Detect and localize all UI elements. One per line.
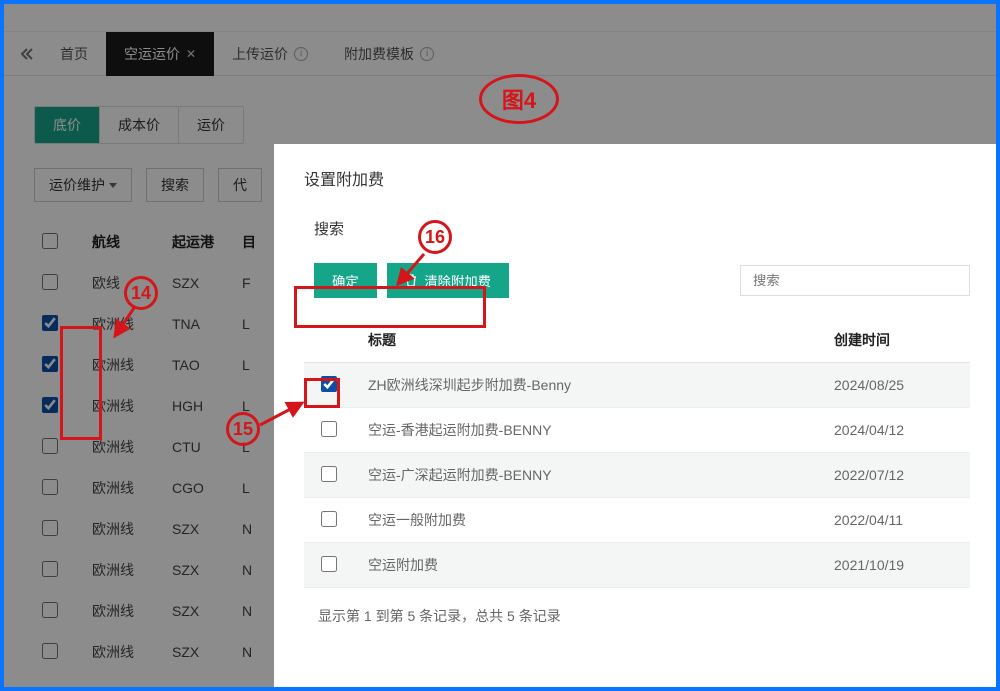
tab-label: 首页 (60, 44, 88, 64)
cell-route: 欧洲线 (84, 550, 164, 591)
surcharge-modal: 设置附加费 搜索 确定 清除附加费 标题 创建时间 ZH欧洲线深圳起步附加费- (274, 144, 1000, 691)
row-checkbox[interactable] (321, 421, 337, 437)
row-checkbox[interactable] (42, 315, 58, 331)
tab-home[interactable]: 首页 (42, 32, 106, 76)
list-item: 空运一般附加费2022/04/11 (304, 498, 970, 543)
row-checkbox[interactable] (42, 479, 58, 495)
cell-route: 欧洲线 (84, 468, 164, 509)
close-icon[interactable]: ✕ (186, 47, 196, 61)
table-row: 欧洲线SZXN (34, 591, 304, 632)
cell-date: 2024/08/25 (820, 363, 970, 408)
col-created: 创建时间 (820, 318, 970, 363)
tab-surcharge-template[interactable]: 附加费模板 i (326, 32, 452, 76)
cell-port: TNA (164, 304, 234, 345)
row-checkbox[interactable] (321, 511, 337, 527)
cell-port: SZX (164, 632, 234, 673)
tab-bar: 首页 空运运价 ✕ 上传运价 i 附加费模板 i (4, 32, 996, 76)
search-input[interactable] (740, 265, 970, 296)
cell-port: SZX (164, 550, 234, 591)
row-checkbox[interactable] (42, 643, 58, 659)
cell-port: TAO (164, 345, 234, 386)
annotation-box-checkboxes (60, 326, 102, 440)
row-checkbox[interactable] (42, 397, 58, 413)
list-item: 空运-广深起运附加费-BENNY2022/07/12 (304, 453, 970, 498)
rate-maintain-dropdown[interactable]: 运价维护 (34, 168, 132, 202)
annotation-arrow (258, 399, 308, 429)
row-checkbox[interactable] (42, 274, 58, 290)
pill-base-price[interactable]: 底价 (35, 107, 100, 143)
tab-label: 附加费模板 (344, 44, 414, 64)
search-button[interactable]: 搜索 (146, 168, 204, 202)
price-type-tabs: 底价 成本价 运价 (34, 106, 244, 144)
info-icon: i (294, 47, 308, 61)
annotation-15: 15 (226, 412, 260, 446)
cell-date: 2021/10/19 (820, 543, 970, 588)
row-checkbox[interactable] (42, 561, 58, 577)
modal-section-label: 搜索 (304, 218, 970, 239)
table-row: 欧洲线CGOL (34, 468, 304, 509)
cell-date: 2022/04/11 (820, 498, 970, 543)
rates-table: 航线 起运港 目 欧线SZXF欧洲线TNAL欧洲线TAOL欧洲线HGHL欧洲线C… (34, 222, 304, 673)
row-checkbox[interactable] (321, 556, 337, 572)
cell-port: SZX (164, 591, 234, 632)
cell-port: HGH (164, 386, 234, 427)
table-row: 欧洲线SZXN (34, 550, 304, 591)
cell-title: ZH欧洲线深圳起步附加费-Benny (354, 363, 820, 408)
cell-route: 欧洲线 (84, 591, 164, 632)
annotation-arrow (112, 306, 152, 346)
list-item: 空运-香港起运附加费-BENNY2024/04/12 (304, 408, 970, 453)
select-all-checkbox[interactable] (42, 233, 58, 249)
cell-route: 欧洲线 (84, 509, 164, 550)
surcharge-list-table: 标题 创建时间 ZH欧洲线深圳起步附加费-Benny2024/08/25空运-香… (304, 318, 970, 588)
modal-title: 设置附加费 (304, 166, 970, 190)
tab-label: 上传运价 (232, 44, 288, 64)
list-item: 空运附加费2021/10/19 (304, 543, 970, 588)
table-row: 欧洲线SZXN (34, 632, 304, 673)
cell-title: 空运附加费 (354, 543, 820, 588)
col-port: 起运港 (164, 222, 234, 263)
cell-route: 欧洲线 (84, 632, 164, 673)
row-checkbox[interactable] (42, 438, 58, 454)
cell-port: SZX (164, 509, 234, 550)
row-checkbox[interactable] (321, 466, 337, 482)
records-summary: 显示第 1 到第 5 条记录，总共 5 条记录 (304, 588, 970, 626)
tab-upload[interactable]: 上传运价 i (214, 32, 326, 76)
cell-date: 2024/04/12 (820, 408, 970, 453)
annotation-14: 14 (124, 276, 158, 310)
cell-title: 空运-香港起运附加费-BENNY (354, 408, 820, 453)
chevron-down-icon (109, 183, 117, 188)
pill-cost-price[interactable]: 成本价 (100, 107, 179, 143)
button-label: 运价维护 (49, 175, 105, 195)
cell-port: CTU (164, 427, 234, 468)
agent-button[interactable]: 代 (218, 168, 262, 202)
collapse-tabs-icon[interactable] (12, 38, 42, 70)
cell-port: SZX (164, 263, 234, 304)
list-item: ZH欧洲线深圳起步附加费-Benny2024/08/25 (304, 363, 970, 408)
col-route: 航线 (84, 222, 164, 263)
info-icon: i (420, 47, 434, 61)
table-row: 欧洲线SZXN (34, 509, 304, 550)
tab-label: 空运运价 (124, 44, 180, 64)
annotation-16: 16 (418, 220, 452, 254)
cell-title: 空运一般附加费 (354, 498, 820, 543)
row-checkbox[interactable] (42, 602, 58, 618)
cell-date: 2022/07/12 (820, 453, 970, 498)
annotation-box-modal-checkbox (304, 378, 340, 408)
annotation-figure-label: 图4 (479, 74, 559, 124)
cell-port: CGO (164, 468, 234, 509)
pill-rate[interactable]: 运价 (179, 107, 243, 143)
table-row: 欧线SZXF (34, 263, 304, 304)
row-checkbox[interactable] (42, 520, 58, 536)
tab-airfreight[interactable]: 空运运价 ✕ (106, 32, 214, 76)
cell-title: 空运-广深起运附加费-BENNY (354, 453, 820, 498)
annotation-box-buttons (294, 286, 486, 328)
row-checkbox[interactable] (42, 356, 58, 372)
